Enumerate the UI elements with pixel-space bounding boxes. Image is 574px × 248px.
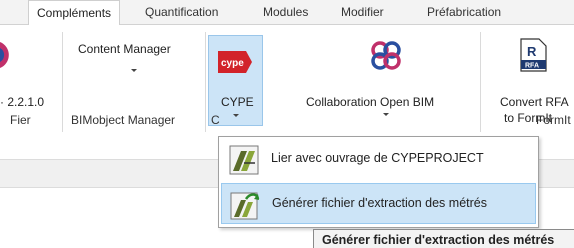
group-separator — [62, 32, 63, 132]
rfa-badge-text: RFA — [525, 63, 539, 70]
group-label-bimobject: BIMobject Manager — [71, 113, 176, 127]
cype-label: CYPE — [221, 95, 254, 109]
tab-modifier[interactable]: Modifier — [341, 0, 384, 25]
collaboration-open-bim-button[interactable]: Collaboration Open BIM — [300, 35, 475, 117]
menu-item-link-cypeproject[interactable]: Lier avec ouvrage de CYPEPROJECT — [221, 139, 536, 180]
generate-extraction-icon — [230, 192, 260, 220]
tooltip: Générer fichier d'extraction des métrés — [313, 229, 574, 248]
left-addin-button[interactable]: · 2.2.1.0 — [0, 35, 44, 110]
cype-logo-icon: cype — [218, 51, 252, 73]
menu-item-generate-extraction[interactable]: Générer fichier d'extraction des métrés — [221, 183, 536, 224]
group-separator — [205, 32, 206, 132]
chevron-down-icon — [233, 114, 239, 117]
group-label-cype: C — [211, 113, 220, 127]
ribbon-tab-bar: Compléments Quantification Modules Modif… — [0, 0, 574, 26]
convert-rfa-label-line1: Convert RFA — [500, 95, 569, 109]
content-manager-label: Content Manager — [78, 42, 171, 56]
tab-modules[interactable]: Modules — [263, 0, 308, 25]
group-separator — [480, 32, 481, 132]
menu-item-label: Générer fichier d'extraction des métrés — [272, 196, 487, 210]
tab-quantification[interactable]: Quantification — [145, 0, 218, 25]
collaboration-logo-icon — [371, 41, 401, 70]
menu-item-label: Lier avec ouvrage de CYPEPROJECT — [271, 151, 484, 165]
link-project-icon — [229, 145, 259, 175]
group-label-formit: FormIt — [536, 113, 571, 127]
chevron-down-icon — [383, 113, 389, 116]
rfa-file-icon: R RFA — [520, 38, 547, 72]
left-addin-icon — [0, 42, 9, 68]
tab-complements[interactable]: Compléments — [28, 0, 121, 26]
collaboration-label: Collaboration Open BIM — [306, 95, 435, 109]
cype-logo-text: cype — [221, 58, 244, 69]
svg-text:R: R — [527, 44, 537, 59]
group-label-fier: Fier — [10, 113, 31, 127]
left-addin-label: · 2.2.1.0 — [0, 95, 45, 109]
cype-dropdown-menu: Lier avec ouvrage de CYPEPROJECT Générer… — [218, 136, 539, 228]
tab-prefabrication[interactable]: Préfabrication — [427, 0, 501, 25]
chevron-down-icon — [131, 69, 137, 72]
content-manager-button[interactable]: Content Manager — [74, 40, 204, 80]
